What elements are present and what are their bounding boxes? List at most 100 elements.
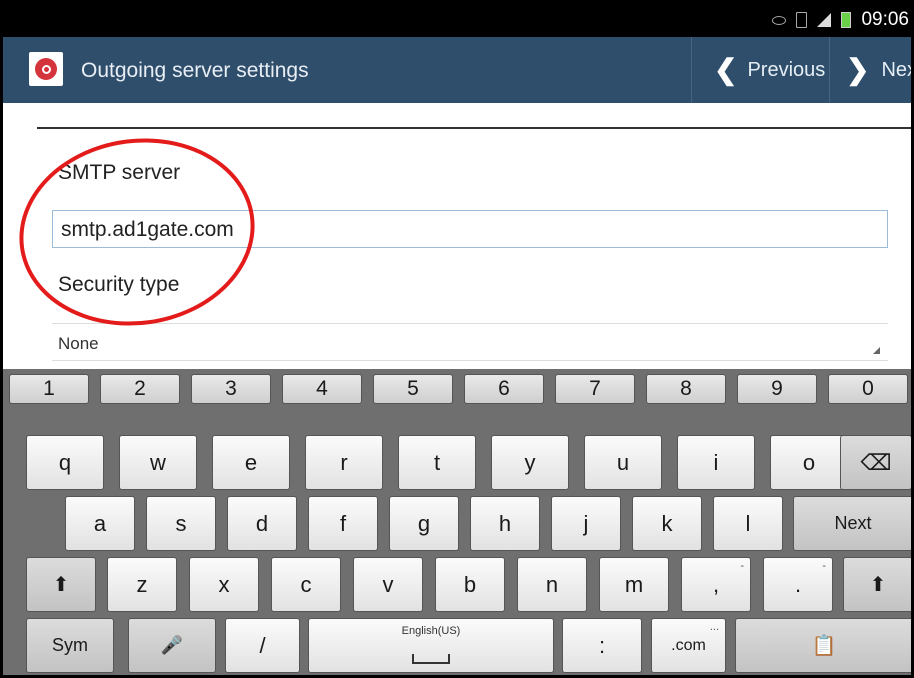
key-x-label: x (218, 571, 230, 597)
backspace-key[interactable]: ⌫ (840, 435, 911, 490)
key-g[interactable]: g (389, 496, 459, 551)
dotcom-key[interactable]: .com... (651, 618, 726, 673)
key-a[interactable]: a (65, 496, 135, 551)
next-button[interactable]: ❯ Next (829, 37, 911, 103)
status-bar: 09:06 (3, 3, 911, 37)
key-colon[interactable]: : (562, 618, 642, 673)
next-key[interactable]: Next (793, 496, 911, 551)
previous-button[interactable]: ❮ Previous (691, 37, 825, 103)
email-app-icon[interactable] (29, 52, 63, 86)
key-u-label: u (616, 449, 630, 475)
sym-key[interactable]: Sym (26, 618, 114, 673)
shift-key-left[interactable]: ⬆ (26, 557, 96, 612)
key-w[interactable]: w (119, 435, 197, 490)
screen-frame: 09:06 Outgoing server settings ❮ Previou… (0, 0, 914, 678)
key-o[interactable]: o (770, 435, 848, 490)
key-comma-label: , (712, 571, 720, 597)
key-8[interactable]: 8 (646, 374, 726, 404)
sim-icon (796, 12, 808, 28)
key-m[interactable]: m (599, 557, 669, 612)
key-r[interactable]: r (305, 435, 383, 490)
dropdown-corner-icon (873, 347, 880, 354)
key-l[interactable]: l (713, 496, 783, 551)
key-h-label: h (498, 510, 512, 536)
key-slash-label: / (259, 632, 266, 658)
key-period-label: . (794, 571, 802, 597)
key-i[interactable]: i (677, 435, 755, 490)
key-0[interactable]: 0 (828, 374, 908, 404)
key-v-label: v (382, 571, 394, 597)
key-q-label: q (58, 449, 72, 475)
key-c-label: c (300, 571, 312, 597)
key-k[interactable]: k (632, 496, 702, 551)
chevron-left-icon: ❮ (714, 54, 738, 85)
key-period[interactable]: .- (763, 557, 833, 612)
key-l-label: l (745, 510, 751, 536)
key-s[interactable]: s (146, 496, 216, 551)
key-f[interactable]: f (308, 496, 378, 551)
key-c[interactable]: c (271, 557, 341, 612)
key-2-label: 2 (134, 377, 146, 400)
battery-icon (841, 12, 852, 28)
action-bar: Outgoing server settings ❮ Previous ❯ Ne… (3, 37, 911, 103)
key-6-label: 6 (498, 377, 510, 400)
space-language-label: English(US) (401, 625, 461, 637)
security-type-value: None (58, 334, 99, 353)
key-n-label: n (545, 571, 559, 597)
key-6[interactable]: 6 (464, 374, 544, 404)
key-d[interactable]: d (227, 496, 297, 551)
key-9-label: 9 (771, 377, 783, 400)
next-key-label: Next (834, 513, 872, 533)
space-icon (412, 654, 450, 664)
microphone-icon: 🎤 (160, 635, 184, 655)
key-3-label: 3 (225, 377, 237, 400)
key-x[interactable]: x (189, 557, 259, 612)
voice-input-key[interactable]: 🎤 (128, 618, 216, 673)
key-y[interactable]: y (491, 435, 569, 490)
key-2[interactable]: 2 (100, 374, 180, 404)
key-1-label: 1 (43, 377, 55, 400)
key-4-label: 4 (316, 377, 328, 400)
key-e[interactable]: e (212, 435, 290, 490)
dotcom-key-label: .com (671, 636, 706, 654)
security-type-select[interactable]: None (52, 323, 888, 361)
key-4[interactable]: 4 (282, 374, 362, 404)
key-u[interactable]: u (584, 435, 662, 490)
key-z[interactable]: z (107, 557, 177, 612)
signal-icon (817, 13, 832, 27)
key-period-sub-label: - (822, 560, 826, 572)
key-j-label: j (583, 510, 589, 536)
space-key[interactable]: English(US) (308, 618, 554, 673)
key-b[interactable]: b (435, 557, 505, 612)
key-8-label: 8 (680, 377, 692, 400)
key-n[interactable]: n (517, 557, 587, 612)
smart-stay-icon (772, 15, 787, 25)
key-t[interactable]: t (398, 435, 476, 490)
shift-key-right[interactable]: ⬆ (843, 557, 911, 612)
key-t-label: t (433, 449, 441, 475)
key-slash[interactable]: / (225, 618, 300, 673)
key-d-label: d (255, 510, 269, 536)
key-7-label: 7 (589, 377, 601, 400)
key-q[interactable]: q (26, 435, 104, 490)
key-j[interactable]: j (551, 496, 621, 551)
key-3[interactable]: 3 (191, 374, 271, 404)
clipboard-icon: 📋 (811, 635, 837, 657)
key-h[interactable]: h (470, 496, 540, 551)
key-f-label: f (339, 510, 347, 536)
key-1[interactable]: 1 (9, 374, 89, 404)
key-comma[interactable]: ,- (681, 557, 751, 612)
sym-key-label: Sym (52, 635, 88, 655)
key-v[interactable]: v (353, 557, 423, 612)
key-9[interactable]: 9 (737, 374, 817, 404)
key-g-label: g (417, 510, 431, 536)
key-7[interactable]: 7 (555, 374, 635, 404)
key-o-label: o (802, 449, 816, 475)
red-annotation-circle (7, 123, 267, 341)
key-5[interactable]: 5 (373, 374, 453, 404)
key-5-label: 5 (407, 377, 419, 400)
previous-label: Previous (747, 58, 826, 81)
clipboard-key[interactable]: 📋 (735, 618, 911, 673)
key-w-label: w (150, 449, 166, 475)
key-comma-sub-label: - (740, 560, 744, 572)
